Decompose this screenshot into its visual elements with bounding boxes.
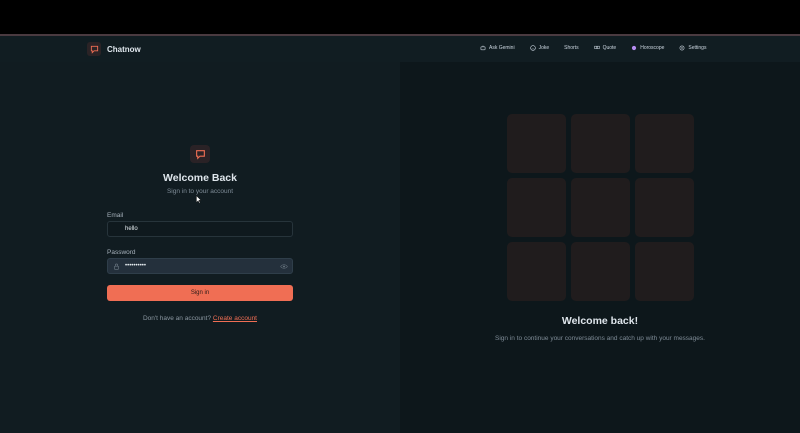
browser-top-bar — [0, 0, 800, 34]
login-panel — [0, 62, 400, 433]
lock-icon — [114, 263, 119, 270]
login-title: Welcome Back — [163, 172, 237, 184]
nav-label: Shorts — [564, 45, 579, 51]
grid-tile — [507, 178, 566, 237]
create-account-link[interactable]: Create account — [213, 315, 257, 322]
password-label: Password — [107, 249, 136, 256]
nav-ask-gemini[interactable]: Ask Gemini — [476, 42, 519, 54]
nav-settings[interactable]: Settings — [675, 42, 710, 54]
grid-tile — [635, 242, 694, 301]
login-subtitle: Sign in to your account — [166, 188, 234, 195]
grid-tile — [571, 114, 630, 173]
nav-label: Quote — [602, 45, 617, 51]
chat-bubble-icon — [190, 145, 210, 163]
grid-tile — [635, 178, 694, 237]
nav-shorts[interactable]: Shorts — [560, 42, 582, 54]
gear-icon — [679, 45, 685, 51]
chat-bubble-icon — [87, 42, 101, 56]
mouse-cursor-icon — [196, 195, 201, 204]
nav-joke[interactable]: Joke — [526, 42, 554, 54]
nav-quote[interactable]: Quote — [590, 42, 621, 54]
email-label: Email — [107, 212, 124, 219]
grid-tile — [507, 114, 566, 173]
zodiac-icon — [632, 45, 637, 51]
signup-prompt: Don't have an account? Create account — [100, 315, 300, 322]
nav-label: Ask Gemini — [489, 45, 515, 51]
quote-icon — [593, 45, 600, 49]
brand[interactable]: Chatnow — [87, 42, 141, 56]
nav-links: Ask Gemini Joke Shorts Quote Horoscope S… — [476, 42, 710, 54]
grid-tile — [507, 242, 566, 301]
robot-icon — [480, 45, 486, 51]
nav-label: Horoscope — [640, 45, 665, 51]
email-value: hello — [125, 226, 138, 232]
sign-in-button[interactable]: Sign in — [107, 285, 293, 301]
password-field[interactable]: •••••••••• — [107, 258, 293, 274]
smiley-icon — [529, 45, 536, 51]
nav-label: Joke — [538, 45, 550, 51]
eye-icon[interactable] — [280, 263, 288, 270]
signup-text: Don't have an account? — [142, 315, 212, 322]
hero-description: Sign in to continue your conversations a… — [495, 335, 705, 342]
brand-name: Chatnow — [107, 44, 141, 54]
decorative-grid — [507, 114, 694, 301]
email-field[interactable]: hello — [107, 221, 293, 237]
hero-title: Welcome back! — [561, 315, 639, 327]
grid-tile — [635, 114, 694, 173]
nav-label: Settings — [688, 45, 707, 51]
nav-horoscope[interactable]: Horoscope — [627, 42, 668, 54]
password-value: •••••••••• — [125, 263, 147, 269]
grid-tile — [571, 178, 630, 237]
grid-tile — [571, 242, 630, 301]
